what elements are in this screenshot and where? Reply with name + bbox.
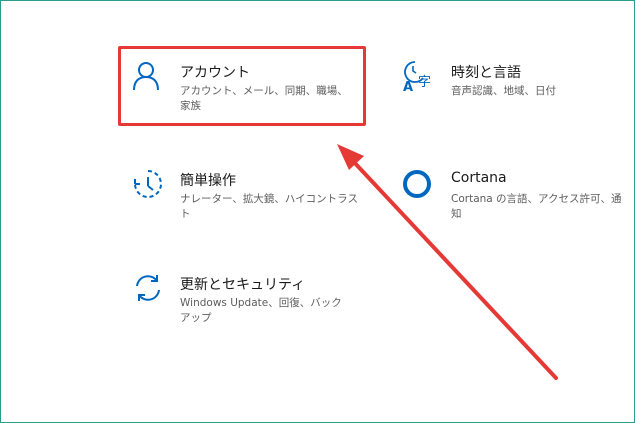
annotation-arrow xyxy=(337,144,558,380)
